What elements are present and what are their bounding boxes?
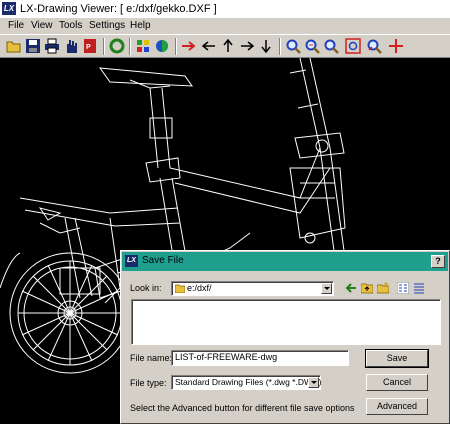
dialog-title: Save File (142, 255, 184, 266)
details-view-icon[interactable] (413, 282, 425, 294)
dropdown-arrow-icon[interactable] (308, 377, 319, 388)
file-type-value: Standard Drawing Files (*.dwg *.DWG) (175, 377, 322, 387)
arrow-down-icon[interactable] (258, 38, 274, 54)
arrow-up-icon[interactable] (220, 38, 236, 54)
toolbar: P (0, 34, 450, 58)
look-in-combo[interactable]: e:/dxf/ (171, 281, 334, 296)
svg-text:P: P (86, 44, 91, 51)
new-folder-icon[interactable] (377, 282, 389, 294)
app-logo-icon: LX (2, 2, 16, 15)
look-in-label: Look in: (130, 283, 162, 293)
refresh-icon[interactable] (109, 38, 125, 54)
crosshair-icon[interactable] (388, 38, 404, 54)
pdf-export-icon[interactable]: P (82, 38, 98, 54)
file-type-select[interactable]: Standard Drawing Files (*.dwg *.DWG) (171, 375, 321, 390)
save-file-dialog: LX Save File ? Look in: e:/dxf/ File nam… (120, 250, 450, 424)
dialog-title-bar: LX Save File ? (122, 252, 448, 271)
zoom-in-icon[interactable] (285, 38, 301, 54)
folder-icon (175, 284, 185, 293)
toolbar-separator (279, 38, 281, 55)
advanced-button[interactable]: Advanced (366, 398, 428, 415)
help-button[interactable]: ? (431, 255, 445, 268)
list-view-icon[interactable] (397, 282, 409, 294)
open-icon[interactable] (6, 38, 22, 54)
save-icon[interactable] (25, 38, 41, 54)
arrow-left-icon[interactable] (201, 38, 217, 54)
hand-icon[interactable] (63, 38, 79, 54)
advanced-hint-text: Select the Advanced button for different… (130, 403, 355, 413)
back-arrow-icon[interactable] (345, 282, 357, 294)
print-icon[interactable] (44, 38, 60, 54)
file-list[interactable] (131, 299, 441, 345)
file-name-label: File name: (130, 353, 173, 363)
menu-view[interactable]: View (31, 20, 53, 31)
toolbar-separator (129, 38, 131, 55)
window-title-bar: LX LX-Drawing Viewer: [ e:/dxf/gekko.DXF… (0, 0, 450, 18)
zoom-extents-icon[interactable] (345, 38, 361, 54)
file-name-value: LIST-of-FREEWARE-dwg (175, 352, 278, 362)
save-button[interactable]: Save (365, 349, 429, 368)
dialog-app-icon: LX (125, 255, 138, 267)
layers-icon[interactable] (135, 38, 151, 54)
zoom-out-icon[interactable] (304, 38, 320, 54)
menu-file[interactable]: File (8, 20, 24, 31)
menu-tools[interactable]: Tools (59, 20, 82, 31)
menu-bar: File View Tools Settings Help (0, 18, 450, 34)
toolbar-separator (175, 38, 177, 55)
file-name-input[interactable]: LIST-of-FREEWARE-dwg (171, 350, 349, 366)
window-title: LX-Drawing Viewer: [ e:/dxf/gekko.DXF ] (20, 3, 217, 15)
arrow-right-2-icon[interactable] (239, 38, 255, 54)
file-type-label: File type: (130, 378, 167, 388)
zoom-previous-icon[interactable] (366, 38, 382, 54)
cancel-button[interactable]: Cancel (366, 374, 428, 391)
up-folder-icon[interactable] (361, 282, 373, 294)
menu-settings[interactable]: Settings (89, 20, 125, 31)
zoom-window-icon[interactable] (323, 38, 339, 54)
arrow-right-icon[interactable] (181, 38, 197, 54)
color-icon[interactable] (154, 38, 170, 54)
menu-help[interactable]: Help (130, 20, 151, 31)
look-in-value: e:/dxf/ (187, 283, 212, 293)
dropdown-arrow-icon[interactable] (321, 283, 332, 294)
toolbar-separator (103, 38, 105, 55)
